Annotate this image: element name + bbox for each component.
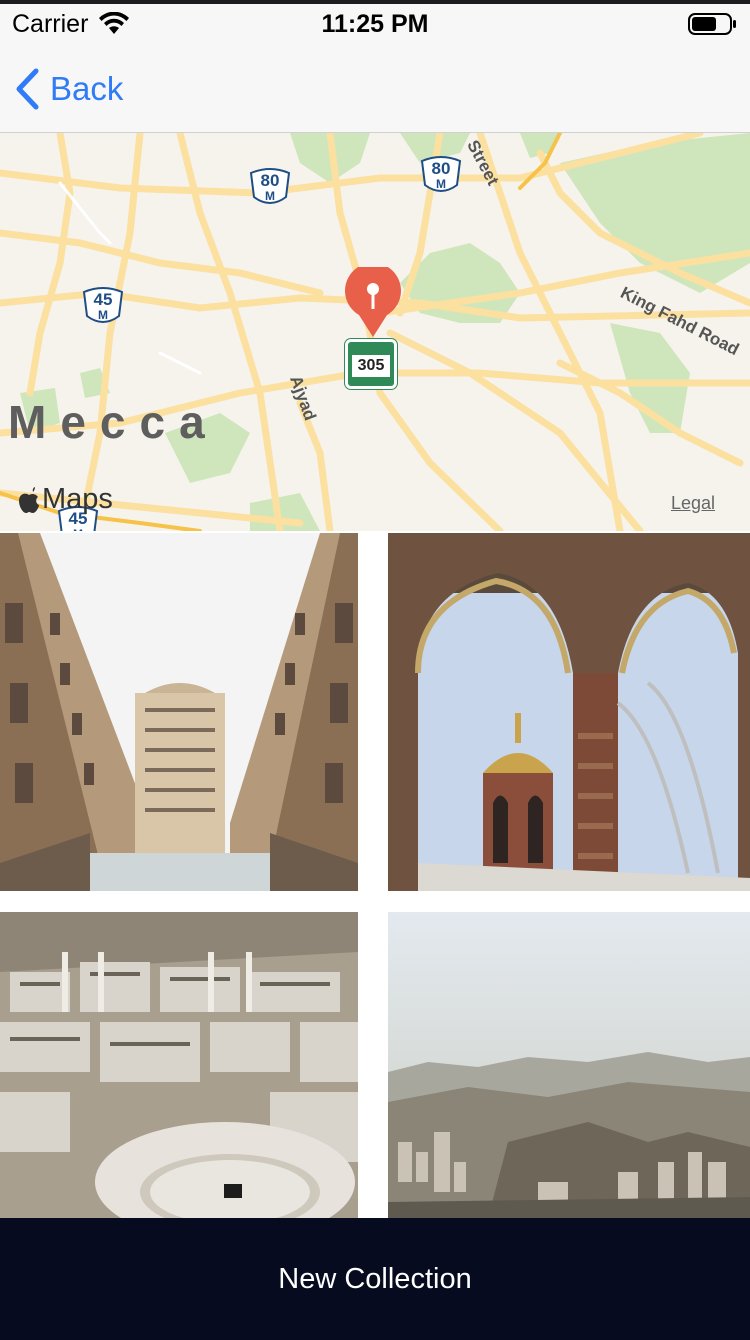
map-view[interactable]: Street King Fahd Road Ajyad 80 M 80 M 45… — [0, 133, 750, 531]
apple-logo-icon — [19, 486, 39, 513]
photo-aerial-mountain-city — [388, 912, 750, 1218]
new-collection-button[interactable]: New Collection — [0, 1218, 750, 1340]
photo-grid — [0, 531, 750, 1218]
clock: 11:25 PM — [321, 10, 429, 38]
status-bar: Carrier 11:25 PM — [0, 4, 750, 44]
back-button-label: Back — [50, 70, 124, 107]
poi-marker[interactable]: 305 — [345, 339, 397, 389]
poi-number: 305 — [352, 355, 390, 377]
chevron-left-icon — [16, 68, 39, 110]
battery-icon — [688, 13, 736, 35]
city-label: Mecca — [8, 396, 219, 448]
photo-cell[interactable] — [388, 533, 750, 891]
maps-attribution-label: Maps — [42, 483, 113, 515]
location-pin-icon[interactable] — [343, 267, 403, 339]
route-shield-icon: 80 M — [419, 155, 463, 197]
maps-attribution: Maps — [18, 483, 113, 516]
photo-cell[interactable] — [0, 533, 358, 891]
photo-cell[interactable] — [0, 912, 358, 1218]
photo-cell[interactable] — [388, 912, 750, 1218]
photo-arched-balcony-minaret — [388, 533, 750, 891]
photo-towers-street-view — [0, 533, 358, 891]
route-shield-icon: 45 M — [81, 286, 125, 328]
route-shield-icon: 80 M — [248, 167, 292, 209]
legal-link[interactable]: Legal — [671, 493, 715, 514]
back-button[interactable]: Back — [14, 66, 123, 112]
navigation-bar: Back — [0, 44, 750, 133]
photo-aerial-grand-mosque — [0, 912, 358, 1218]
